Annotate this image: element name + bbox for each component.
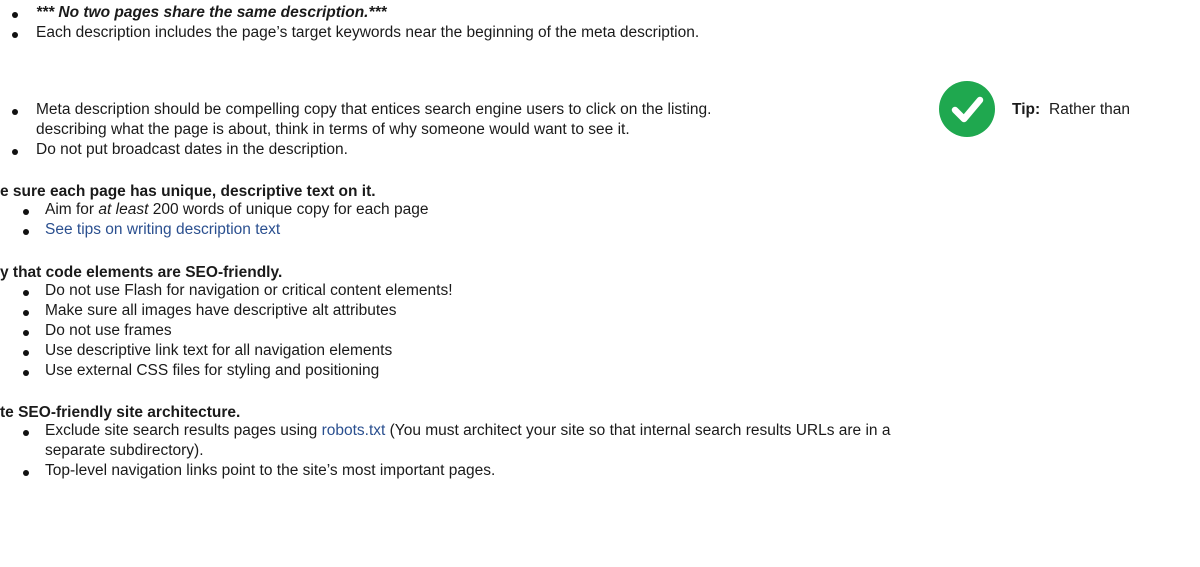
list-item-text: Use descriptive link text for all naviga…	[45, 342, 393, 359]
list-item-text: Aim for at least 200 words of unique cop…	[45, 200, 428, 219]
description-tips-link[interactable]: See tips on writing description text	[45, 220, 280, 239]
text-prefix: Exclude site search results pages using	[45, 422, 322, 439]
bullet	[12, 149, 18, 155]
list-item-text-continued: describing what the page is about, think…	[36, 121, 630, 138]
bullet	[23, 350, 29, 356]
section-heading: y that code elements are SEO-friendly.	[0, 264, 283, 281]
bullet	[23, 209, 29, 215]
list-item-text: Top-level navigation links point to the …	[45, 462, 496, 479]
check-circle-icon	[939, 81, 995, 137]
section-heading: te SEO-friendly site architecture.	[0, 404, 241, 421]
text-prefix: Aim for	[45, 201, 99, 218]
document-page: *** No two pages share the same descript…	[0, 0, 1200, 567]
list-item-text: Exclude site search results pages using …	[45, 421, 890, 440]
list-item-text: Make sure all images have descriptive al…	[45, 302, 397, 319]
bullet	[23, 430, 29, 436]
bullet	[12, 12, 18, 18]
list-item-text: Use external CSS files for styling and p…	[45, 362, 380, 379]
section-heading: e sure each page has unique, descriptive…	[0, 183, 376, 200]
bullet	[23, 330, 29, 336]
bullet	[23, 310, 29, 316]
list-item-text: Do not use Flash for navigation or criti…	[45, 282, 453, 299]
bullet	[12, 32, 18, 38]
robots-txt-link[interactable]: robots.txt	[322, 422, 386, 439]
tip-text: Rather than	[1049, 101, 1130, 118]
list-item-text-continued: separate subdirectory).	[45, 442, 204, 459]
list-item-text: *** No two pages share the same descript…	[36, 4, 387, 21]
bullet	[23, 370, 29, 376]
list-item-text: Do not put broadcast dates in the descri…	[36, 141, 348, 158]
bullet	[23, 470, 29, 476]
bullet	[12, 109, 18, 115]
bullet	[23, 290, 29, 296]
text-suffix: 200 words of unique copy for each page	[148, 201, 429, 218]
text-suffix: (You must architect your site so that in…	[385, 422, 891, 439]
list-item-text: Each description includes the page’s tar…	[36, 24, 700, 41]
list-item-text: Meta description should be compelling co…	[36, 101, 712, 118]
list-item-text: Do not use frames	[45, 322, 172, 339]
emphasis-text: at least	[98, 201, 149, 218]
tip-label: Tip:	[1012, 101, 1041, 118]
bullet	[23, 229, 29, 235]
